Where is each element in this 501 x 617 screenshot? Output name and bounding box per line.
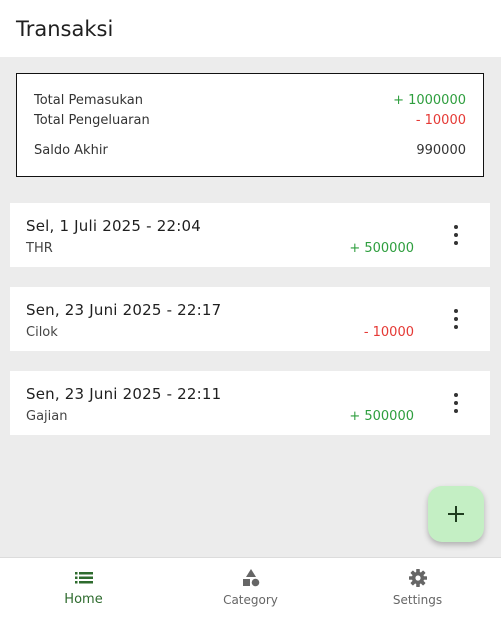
more-vert-icon[interactable] (452, 309, 460, 329)
transaction-amount: + 500000 (349, 409, 414, 424)
balance-value: 990000 (416, 143, 466, 158)
transaction-date: Sel, 1 Juli 2025 - 22:04 (26, 217, 201, 235)
transaction-item[interactable]: Sel, 1 Juli 2025 - 22:04 THR + 500000 (10, 203, 490, 267)
nav-settings[interactable]: Settings (334, 558, 501, 617)
expense-row: Total Pengeluaran - 10000 (34, 113, 466, 128)
gear-icon (408, 569, 427, 587)
balance-label: Saldo Akhir (34, 143, 108, 158)
app-bar: Transaksi (0, 0, 501, 57)
income-value: + 1000000 (393, 93, 466, 108)
nav-home-label: Home (64, 592, 103, 607)
plus-icon (448, 506, 464, 522)
nav-home[interactable]: Home (0, 558, 167, 617)
more-vert-icon[interactable] (452, 225, 460, 245)
transaction-name: Cilok (26, 325, 58, 340)
bottom-navigation: Home Category Settings (0, 557, 501, 617)
transaction-item[interactable]: Sen, 23 Juni 2025 - 22:11 Gajian + 50000… (10, 371, 490, 435)
transaction-date: Sen, 23 Juni 2025 - 22:17 (26, 301, 222, 319)
page-title: Transaksi (16, 16, 114, 41)
nav-settings-label: Settings (392, 593, 443, 607)
list-icon (74, 572, 93, 584)
income-label: Total Pemasukan (34, 93, 144, 108)
transaction-item[interactable]: Sen, 23 Juni 2025 - 22:17 Cilok - 10000 (10, 287, 490, 351)
more-vert-icon[interactable] (452, 393, 460, 413)
transaction-amount: - 10000 (363, 325, 414, 340)
income-row: Total Pemasukan + 1000000 (34, 93, 466, 108)
summary-card: Total Pemasukan + 1000000 Total Pengelua… (16, 73, 484, 177)
expense-label: Total Pengeluaran (34, 113, 150, 128)
transaction-date: Sen, 23 Juni 2025 - 22:11 (26, 385, 222, 403)
transaction-list: Sel, 1 Juli 2025 - 22:04 THR + 500000 Se… (10, 203, 490, 455)
nav-category[interactable]: Category (167, 558, 334, 617)
nav-category-label: Category (223, 593, 278, 607)
balance-row: Saldo Akhir 990000 (34, 143, 466, 158)
transaction-amount: + 500000 (349, 241, 414, 256)
add-transaction-button[interactable] (428, 486, 484, 542)
shapes-icon (242, 569, 259, 587)
transaction-name: THR (26, 241, 53, 256)
expense-value: - 10000 (415, 113, 466, 128)
transaction-name: Gajian (26, 409, 68, 424)
